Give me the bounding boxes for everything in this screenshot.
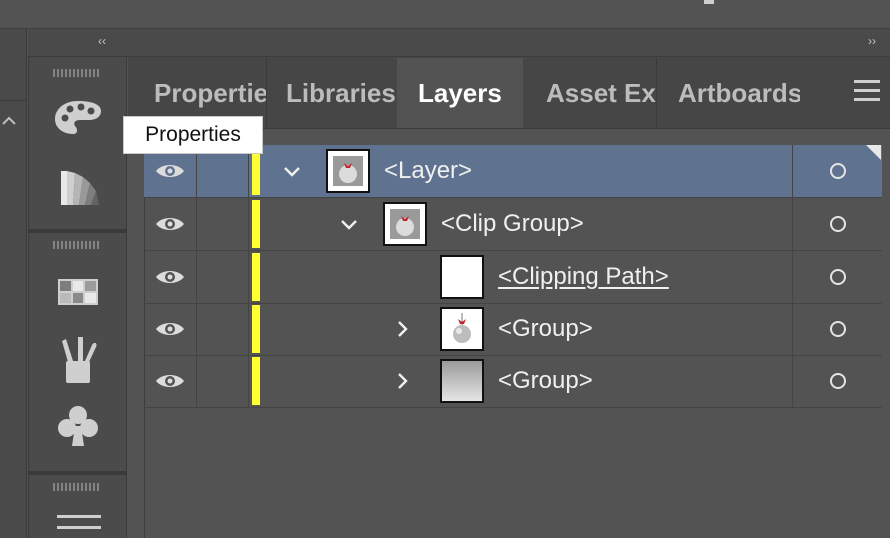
left-dock [0,29,27,538]
eye-icon [156,218,184,230]
selection-corner-indicator [866,145,881,160]
layer-thumbnail [440,307,484,351]
layer-name[interactable]: <Clipping Path> [498,251,669,303]
target-toggle[interactable] [792,251,883,303]
layer-thumbnail [326,149,370,193]
collapse-left-button[interactable]: ‹‹ [92,34,112,50]
visibility-toggle[interactable] [144,355,197,407]
left-dock-divider [0,100,26,101]
toolbar-divider [29,229,126,233]
target-circle-icon [830,163,846,179]
stroke-icon[interactable] [57,515,101,529]
panel-collapse-bar [28,29,890,57]
eye-icon [156,271,184,283]
layer-color-bar [252,305,260,353]
brushes-icon[interactable] [48,335,108,385]
layer-thumbnail [383,202,427,246]
lock-toggle[interactable] [196,303,249,355]
layer-name[interactable]: <Layer> [384,145,472,197]
panel-menu-icon[interactable] [854,80,880,104]
target-circle-icon [830,216,846,232]
visibility-toggle[interactable] [144,251,197,303]
palette-icon[interactable] [48,93,108,143]
tab-libraries[interactable]: Libraries [270,58,396,128]
visibility-toggle[interactable] [144,198,197,250]
layer-thumbnail [440,359,484,403]
top-indicator [704,0,714,4]
eye-icon [156,165,184,177]
layer-row[interactable]: <Clipping Path> [144,251,882,304]
target-toggle[interactable] [792,355,883,407]
layer-name[interactable]: <Group> [498,303,593,355]
symbols-icon[interactable] [48,401,108,451]
swatches-icon[interactable] [48,267,108,317]
target-circle-icon [830,269,846,285]
tab-artboards[interactable]: Artboards [660,58,800,128]
lock-toggle[interactable] [196,355,249,407]
color-guide-icon[interactable] [48,161,108,211]
chevron-down-icon[interactable] [339,214,359,234]
lock-toggle[interactable] [196,198,249,250]
layer-row[interactable]: <Group> [144,355,882,408]
layer-color-bar [252,200,260,248]
eye-icon [156,323,184,335]
grip-handle[interactable] [53,483,101,491]
target-circle-icon [830,321,846,337]
lock-toggle[interactable] [196,251,249,303]
grip-handle[interactable] [53,241,101,249]
layer-color-bar [252,147,260,195]
target-circle-icon [830,373,846,389]
eye-icon [156,375,184,387]
tooltip: Properties [123,116,263,154]
chevron-right-icon[interactable] [392,319,412,339]
layer-name[interactable]: <Clip Group> [441,198,584,250]
layer-thumbnail [440,255,484,299]
layer-color-bar [252,253,260,301]
tab-layers[interactable]: Layers [397,58,523,128]
layer-row[interactable]: <Group> [144,303,882,356]
layer-color-bar [252,357,260,405]
target-toggle[interactable] [792,198,883,250]
layer-row[interactable]: <Clip Group> [144,198,882,251]
visibility-toggle[interactable] [144,303,197,355]
chevron-right-icon[interactable] [392,371,412,391]
toolbar-divider [29,471,126,475]
chevron-up-icon[interactable] [0,112,18,130]
target-toggle[interactable] [792,303,883,355]
chevron-down-icon[interactable] [282,161,302,181]
collapse-right-button[interactable]: ›› [862,34,882,50]
tab-asset-export[interactable]: Asset Export [524,58,656,128]
tab-divider [266,58,267,128]
tab-divider [656,58,657,128]
grip-handle[interactable] [53,69,101,77]
top-strip [0,0,890,29]
panel-icon-toolbar [28,57,127,538]
layer-name[interactable]: <Group> [498,355,593,407]
